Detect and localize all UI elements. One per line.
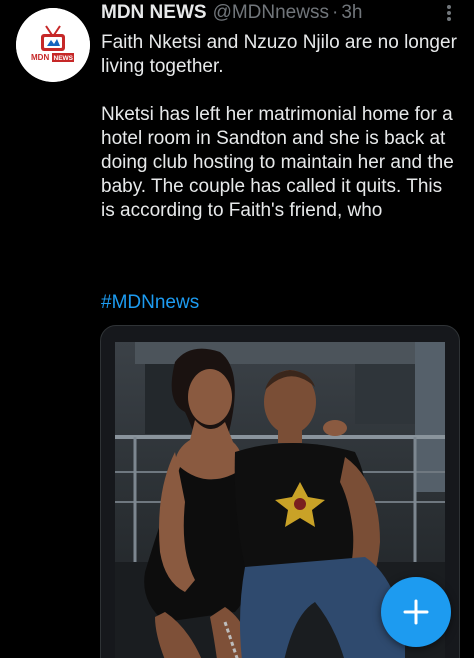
account-avatar[interactable]: MDN NEWS bbox=[16, 8, 90, 82]
tweet-header: MDN NEWS @MDNnewss · 3h bbox=[101, 2, 454, 26]
tweet-paragraph-2: Nketsi has left her matrimonial home for… bbox=[101, 104, 454, 221]
tweet-text: Faith Nketsi and Nzuzo Njilo are no long… bbox=[101, 31, 461, 223]
plus-icon bbox=[403, 599, 429, 625]
mdn-logo-icon: MDN NEWS bbox=[16, 8, 90, 82]
tweet-paragraph-1: Faith Nketsi and Nzuzo Njilo are no long… bbox=[101, 32, 457, 77]
tweet-screen: MDN NEWS MDN NEWS @MDNnewss · 3h Faith N… bbox=[0, 0, 474, 658]
compose-button[interactable] bbox=[381, 577, 451, 647]
separator-dot: · bbox=[331, 2, 339, 23]
svg-text:MDN: MDN bbox=[31, 53, 49, 62]
more-options-icon[interactable] bbox=[446, 4, 452, 22]
svg-text:NEWS: NEWS bbox=[54, 55, 74, 62]
account-handle[interactable]: @MDNnewss bbox=[213, 2, 329, 24]
hashtag-link[interactable]: #MDNnews bbox=[101, 291, 199, 315]
display-name[interactable]: MDN NEWS bbox=[101, 2, 207, 24]
tweet-time[interactable]: 3h bbox=[341, 2, 362, 24]
